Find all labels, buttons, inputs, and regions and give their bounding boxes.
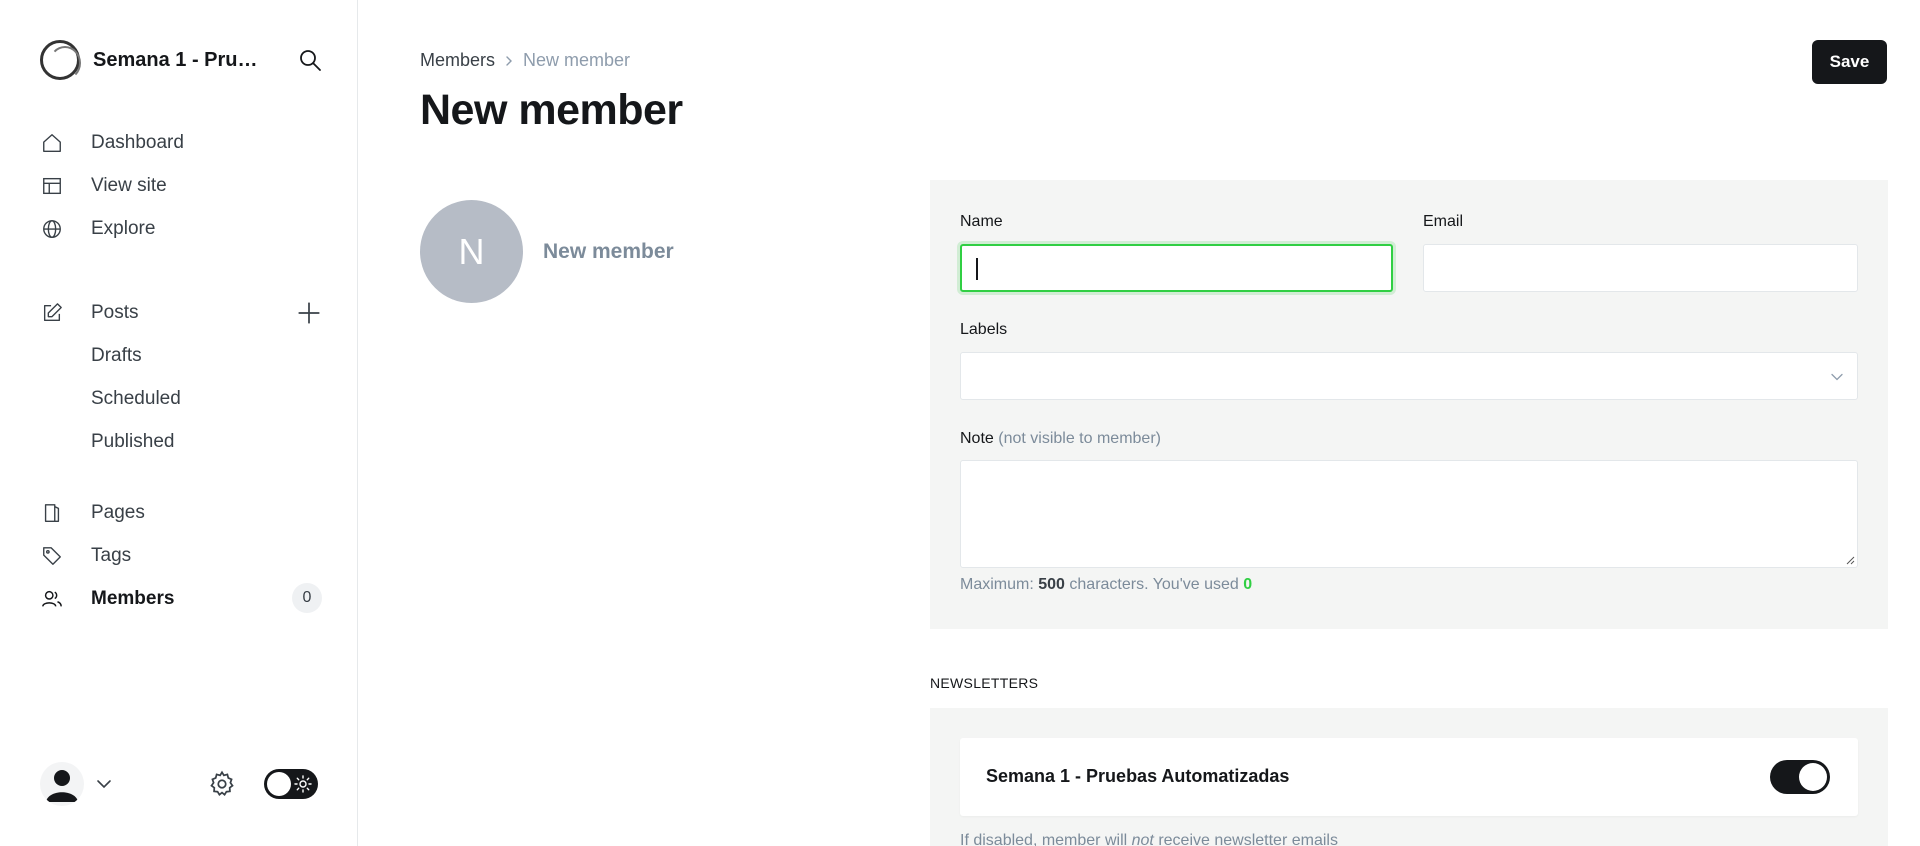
sidebar-item-label: Posts <box>91 301 139 323</box>
sidebar-item-published[interactable]: Published <box>40 420 322 463</box>
posts-nav: Posts Drafts Scheduled Published <box>40 291 322 463</box>
sidebar-item-dashboard[interactable]: Dashboard <box>40 121 322 164</box>
newsletter-toggle[interactable] <box>1770 760 1830 794</box>
save-button[interactable]: Save <box>1812 40 1887 84</box>
char-max: 500 <box>1038 576 1065 593</box>
newsletter-row: Semana 1 - Pruebas Automatizadas <box>960 738 1858 816</box>
text-caret <box>976 258 978 280</box>
user-avatar[interactable] <box>40 762 84 806</box>
newsletters-heading: NEWSLETTERS <box>930 675 1039 691</box>
site-title[interactable]: Semana 1 - Pruebas Automatizadas <box>93 49 263 72</box>
content-nav: Pages Tags Members 0 <box>40 491 322 620</box>
sidebar-item-members[interactable]: Members 0 <box>40 577 322 620</box>
email-label: Email <box>1423 213 1464 230</box>
globe-icon <box>40 217 64 241</box>
note-label-hint: (not visible to member) <box>998 430 1161 447</box>
toggle-knob <box>267 772 291 796</box>
newsletters-card: Semana 1 - Pruebas Automatizadas If disa… <box>930 708 1888 846</box>
users-icon <box>40 587 64 611</box>
labels-label: Labels <box>960 321 1008 338</box>
site-header: Semana 1 - Pruebas Automatizadas <box>40 40 322 80</box>
sidebar-item-label: Dashboard <box>91 131 184 153</box>
search-icon[interactable] <box>298 48 322 72</box>
sidebar-item-drafts[interactable]: Drafts <box>40 334 322 377</box>
member-name: New member <box>543 240 674 263</box>
sidebar-item-label: Scheduled <box>91 387 181 409</box>
member-form-card: Name Email Labels Note (not visible to m… <box>930 180 1888 629</box>
newsletter-name: Semana 1 - Pruebas Automatizadas <box>986 766 1290 786</box>
hint-emphasis: not <box>1131 832 1154 846</box>
sidebar-item-label: View site <box>91 174 167 196</box>
theme-toggle[interactable] <box>264 769 318 799</box>
sidebar-item-label: Drafts <box>91 344 142 366</box>
note-textarea[interactable] <box>960 460 1858 568</box>
chevron-down-icon[interactable] <box>94 774 114 794</box>
toggle-knob <box>1799 763 1827 791</box>
name-label: Name <box>960 213 1003 230</box>
hint-before: If disabled, member will <box>960 832 1128 846</box>
plus-icon[interactable] <box>296 300 322 326</box>
hint-after: receive newsletter emails <box>1158 832 1338 846</box>
tag-icon <box>40 544 64 568</box>
main-nav: Dashboard View site Explore <box>40 121 322 250</box>
note-char-count: Maximum: 500 characters. You've used 0 <box>960 576 1252 594</box>
user-icon <box>46 770 78 802</box>
page-title: New member <box>420 86 683 134</box>
resize-grip-icon[interactable] <box>1845 555 1855 565</box>
site-logo[interactable] <box>40 40 81 80</box>
sidebar-item-tags[interactable]: Tags <box>40 534 322 577</box>
breadcrumb: Members New member <box>420 50 630 71</box>
labels-select[interactable] <box>960 352 1858 400</box>
chevron-right-icon <box>506 55 513 66</box>
sidebar-footer <box>40 762 322 806</box>
newsletter-hint: If disabled, member will not receive new… <box>960 832 1338 846</box>
sidebar-item-view-site[interactable]: View site <box>40 164 322 207</box>
sidebar-item-label: Explore <box>91 217 156 239</box>
breadcrumb-members-link[interactable]: Members <box>420 50 495 71</box>
char-info-middle: characters. You've used <box>1069 576 1239 593</box>
sun-icon <box>294 775 312 793</box>
breadcrumb-current: New member <box>523 50 631 70</box>
sidebar: Semana 1 - Pruebas Automatizadas Dashboa… <box>0 0 358 846</box>
char-info-prefix: Maximum: <box>960 576 1034 593</box>
email-input[interactable] <box>1423 244 1858 292</box>
note-label-text: Note <box>960 430 994 447</box>
layout-icon <box>40 174 64 198</box>
sidebar-item-posts[interactable]: Posts <box>40 291 322 334</box>
page-icon <box>40 501 64 525</box>
sidebar-item-label: Published <box>91 430 175 452</box>
edit-icon <box>40 301 64 325</box>
members-count-badge: 0 <box>292 583 322 613</box>
sidebar-item-label: Tags <box>91 544 132 566</box>
note-label: Note (not visible to member) <box>960 430 1161 448</box>
chevron-down-icon <box>1831 373 1843 381</box>
sidebar-item-pages[interactable]: Pages <box>40 491 322 534</box>
sidebar-item-label: Pages <box>91 501 145 523</box>
name-input[interactable] <box>960 244 1393 292</box>
char-used: 0 <box>1243 576 1253 593</box>
member-avatar: N <box>420 200 523 303</box>
gear-icon[interactable] <box>208 770 236 798</box>
sidebar-item-label: Members <box>91 587 175 609</box>
sidebar-item-scheduled[interactable]: Scheduled <box>40 377 322 420</box>
home-icon <box>40 131 64 155</box>
sidebar-item-explore[interactable]: Explore <box>40 207 322 250</box>
